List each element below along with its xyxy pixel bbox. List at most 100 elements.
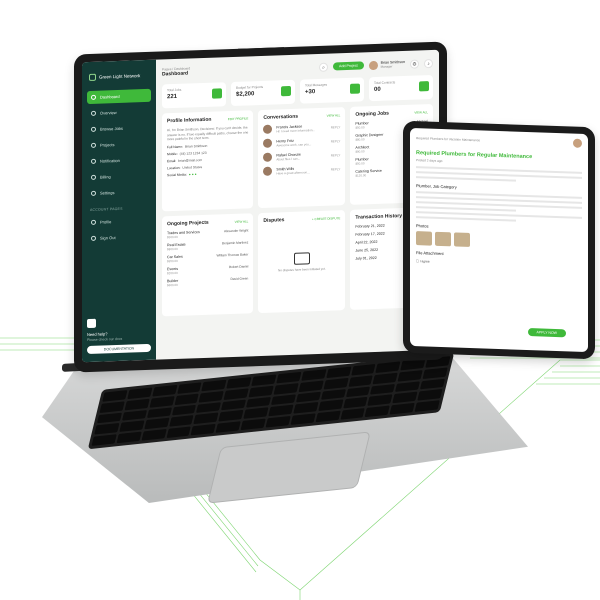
social-icons[interactable]: ● ● ● [189,172,197,176]
keyboard-key[interactable] [124,398,150,410]
keyboard-key[interactable] [143,418,169,430]
view-all-link[interactable]: VIEW ALL [235,219,249,223]
keyboard-key[interactable] [276,371,302,384]
keyboard-key[interactable] [251,374,277,386]
documentation-button[interactable]: DOCUMENTATION [87,343,151,355]
keyboard-key[interactable] [243,407,269,420]
list-item[interactable]: Events $200.00 Robert Daniel [167,264,248,275]
keyboard-key[interactable] [422,367,448,379]
keyboard-key[interactable] [146,407,172,419]
keyboard-key[interactable] [94,423,120,435]
keyboard-key[interactable] [221,399,247,411]
keyboard-key[interactable] [364,405,390,418]
keyboard-key[interactable] [298,380,324,392]
reply-link[interactable]: REPLY [331,125,341,129]
keyboard-key[interactable] [91,434,117,446]
photo-thumbnail[interactable] [435,231,451,247]
user-menu[interactable]: Brian Smithson Manager [368,59,405,70]
keyboard-key[interactable] [320,388,346,401]
keyboard-key[interactable] [290,413,316,425]
keyboard-key[interactable] [201,379,227,392]
reply-link[interactable]: REPLY [331,167,341,171]
keyboard-key[interactable] [345,386,371,398]
sidebar-item-projects[interactable]: Projects [87,137,151,152]
photo-thumbnail[interactable] [454,232,470,247]
sidebar-item-profile[interactable]: Profile [87,214,151,229]
keyboard-key[interactable] [420,378,446,390]
keyboard-key[interactable] [340,408,366,420]
agree-checkbox[interactable]: ☐ I agree [416,259,582,269]
keyboard-key[interactable] [151,384,178,397]
view-all-link[interactable]: VIEW ALL [414,110,428,114]
sidebar-item-billing[interactable]: Billing [87,169,151,184]
keyboard-key[interactable] [323,377,349,390]
sidebar-item-notification[interactable]: Notification [87,153,151,168]
sidebar-item-overview[interactable]: Overview [87,105,151,120]
keyboard-key[interactable] [248,385,274,397]
keyboard-key[interactable] [215,421,241,433]
keyboard-key[interactable] [265,416,291,428]
keyboard-key[interactable] [367,394,393,407]
keyboard-key[interactable] [392,391,418,404]
keyboard-key[interactable] [199,390,225,403]
keyboard-key[interactable] [348,375,374,387]
reply-link[interactable]: REPLY [331,139,341,143]
keyboard-key[interactable] [350,363,376,376]
keyboard-key[interactable] [226,377,252,389]
keyboard-key[interactable] [102,390,128,402]
keyboard-key[interactable] [389,403,415,415]
edit-profile-link[interactable]: EDIT PROFILE [228,116,248,121]
list-item[interactable]: Real Estate $800.00 Benjamin Martinez [167,240,248,251]
list-item[interactable]: Trades and Services $500.00 Alexander Wrig… [167,228,248,239]
keyboard-key[interactable] [121,409,147,422]
sidebar-item-dashboard[interactable]: Dashboard [87,88,151,105]
sidebar-item-sign-out[interactable]: Sign Out [87,230,151,245]
brand[interactable]: Green Light Network [89,72,151,81]
keyboard-key[interactable] [127,387,153,399]
keyboard-key[interactable] [99,401,125,413]
keyboard-key[interactable] [295,391,321,403]
keyboard-key[interactable] [273,382,299,395]
keyboard-key[interactable] [397,369,423,382]
keyboard-key[interactable] [301,369,327,381]
avatar[interactable] [573,138,582,148]
keyboard-key[interactable] [223,388,249,400]
keyboard-key[interactable] [417,389,443,401]
reply-link[interactable]: REPLY [331,153,341,157]
keyboard-key[interactable] [96,412,122,424]
keyboard-key[interactable] [268,405,294,417]
keyboard-key[interactable] [373,372,399,384]
keyboard-key[interactable] [293,402,319,414]
keyboard-key[interactable] [171,404,197,416]
sidebar-item-browse-jobs[interactable]: Browse Jobs [87,121,151,136]
keyboard-key[interactable] [240,418,266,431]
conversation-item[interactable]: Henry Fritz Awesome work, can you... REPLY [263,136,340,148]
bell-icon[interactable]: ♪ [424,58,433,68]
gear-icon[interactable]: ⚙ [410,58,419,69]
keyboard-key[interactable] [325,366,352,379]
keyboard-key[interactable] [168,415,194,427]
keyboard-key[interactable] [218,410,244,422]
keyboard-key[interactable] [141,429,167,441]
keyboard-key[interactable] [174,393,200,405]
sidebar-item-settings[interactable]: Settings [87,185,151,200]
keyboard-key[interactable] [190,423,216,436]
keyboard-key[interactable] [414,400,440,412]
breadcrumb[interactable]: Required Plumbers for Vacation Maintenan… [416,136,480,142]
view-all-link[interactable]: VIEW ALL [327,113,341,117]
add-project-button[interactable]: Add Project [333,61,364,71]
apply-button[interactable]: APPLY NOW [527,327,566,338]
keyboard-key[interactable] [270,393,296,406]
keyboard-key[interactable] [370,383,396,395]
keyboard-key[interactable] [317,399,343,412]
keyboard-key[interactable] [116,431,142,444]
list-item[interactable]: Builder $600.00 David Green [167,276,248,287]
keyboard-key[interactable] [119,420,145,433]
conversation-item[interactable]: Smith Wills Have a great afternoon... REPL… [263,164,340,176]
keyboard-key[interactable] [193,412,219,425]
conversation-item[interactable]: Rafael Chonzie About files I can... REPLY [263,150,340,162]
keyboard-key[interactable] [315,410,341,423]
keyboard-key[interactable] [375,361,401,373]
keyboard-key[interactable] [342,397,368,409]
keyboard-key[interactable] [166,426,192,439]
